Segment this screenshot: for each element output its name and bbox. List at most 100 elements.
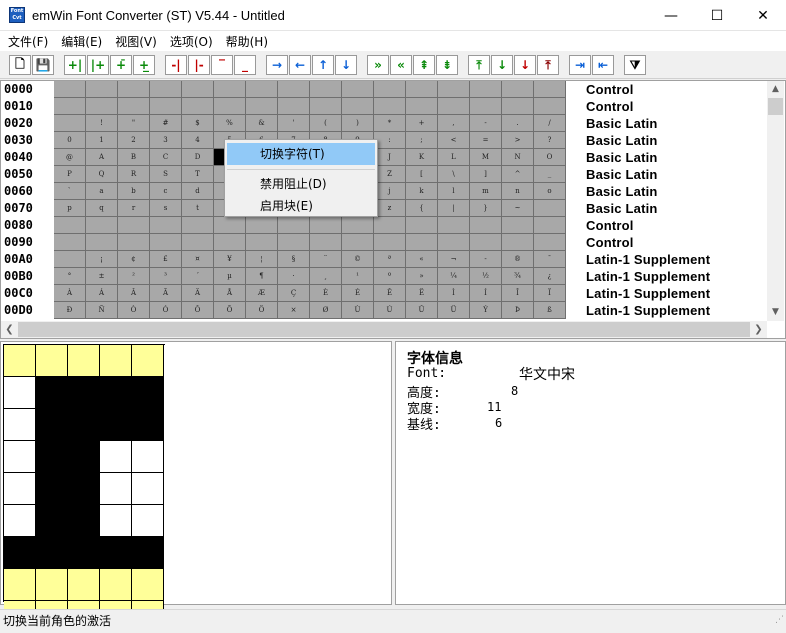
glyph-cell[interactable]: 2 <box>118 132 150 149</box>
pixel[interactable] <box>36 569 68 601</box>
pixel[interactable] <box>68 505 100 537</box>
del-col-right-button[interactable]: |- <box>188 55 210 75</box>
glyph-cell[interactable]: Ý <box>470 302 502 319</box>
glyph-cell[interactable] <box>534 81 566 98</box>
glyph-cell[interactable]: + <box>406 115 438 132</box>
glyph-cell[interactable] <box>246 98 278 115</box>
glyph-cell[interactable]: ¨ <box>310 251 342 268</box>
glyph-cell[interactable]: ¹ <box>342 268 374 285</box>
glyph-cell[interactable] <box>342 81 374 98</box>
glyph-cell[interactable] <box>534 98 566 115</box>
glyph-cell[interactable] <box>278 81 310 98</box>
scroll-right-icon[interactable]: ❯ <box>750 321 767 338</box>
glyph-cell[interactable] <box>278 98 310 115</box>
pixel[interactable] <box>100 505 132 537</box>
glyph-cell[interactable]: È <box>310 285 342 302</box>
glyph-cell[interactable]: ' <box>278 115 310 132</box>
glyph-cell[interactable] <box>54 115 86 132</box>
glyph-cell[interactable]: ¸ <box>310 268 342 285</box>
glyph-cell[interactable]: Ü <box>438 302 470 319</box>
scroll-up-icon[interactable]: ▲ <box>767 81 784 98</box>
glyph-cell[interactable]: ; <box>406 132 438 149</box>
glyph-cell[interactable]: d <box>182 183 214 200</box>
glyph-cell[interactable]: Ò <box>118 302 150 319</box>
pixel[interactable] <box>132 569 164 601</box>
fast-up-button[interactable]: ⇞ <box>413 55 435 75</box>
menu-view[interactable]: 视图(V) <box>109 33 163 50</box>
glyph-cell[interactable] <box>374 217 406 234</box>
top-button[interactable]: ⤒ <box>468 55 490 75</box>
pixel[interactable] <box>132 537 164 569</box>
glyph-cell[interactable]: Å <box>214 285 246 302</box>
glyph-cell[interactable]: Â <box>118 285 150 302</box>
pixel[interactable] <box>132 345 164 377</box>
glyph-cell[interactable] <box>182 81 214 98</box>
glyph-cell[interactable] <box>54 217 86 234</box>
del-row-top-button[interactable]: ‾ <box>211 55 233 75</box>
pixel[interactable] <box>68 377 100 409</box>
glyph-cell[interactable]: } <box>470 200 502 217</box>
glyph-cell[interactable]: Ù <box>342 302 374 319</box>
to-start-button[interactable]: ⇤ <box>592 55 614 75</box>
pixel[interactable] <box>68 409 100 441</box>
glyph-cell[interactable]: ¾ <box>502 268 534 285</box>
pixel[interactable] <box>4 441 36 473</box>
glyph-cell[interactable]: 3 <box>150 132 182 149</box>
pixel[interactable] <box>4 537 36 569</box>
glyph-cell[interactable]: < <box>438 132 470 149</box>
scroll-down-icon[interactable]: ▼ <box>767 304 784 321</box>
glyph-cell[interactable]: b <box>118 183 150 200</box>
minimize-button[interactable]: — <box>648 0 694 31</box>
glyph-cell[interactable] <box>534 217 566 234</box>
glyph-cell[interactable]: É <box>342 285 374 302</box>
glyph-cell[interactable]: Ê <box>374 285 406 302</box>
pixel[interactable] <box>68 345 100 377</box>
glyph-cell[interactable]: O <box>534 149 566 166</box>
glyph-cell[interactable] <box>534 234 566 251</box>
glyph-cell[interactable]: Ï <box>534 285 566 302</box>
glyph-cell[interactable]: - <box>470 251 502 268</box>
glyph-cell[interactable]: l <box>438 183 470 200</box>
glyph-cell[interactable]: $ <box>182 115 214 132</box>
ctx-enable-block[interactable]: 启用块(E) <box>227 195 375 217</box>
glyph-cell[interactable]: | <box>438 200 470 217</box>
move-up-button[interactable]: ↑ <box>312 55 334 75</box>
glyph-cell[interactable]: Ì <box>438 285 470 302</box>
glyph-cell[interactable]: ~ <box>502 200 534 217</box>
glyph-cell[interactable]: ¶ <box>246 268 278 285</box>
glyph-cell[interactable]: ¤ <box>182 251 214 268</box>
to-end-button[interactable]: ⇥ <box>569 55 591 75</box>
glyph-cell[interactable] <box>310 234 342 251</box>
glyph-cell[interactable]: § <box>278 251 310 268</box>
glyph-cell[interactable]: Z <box>374 166 406 183</box>
pixel[interactable] <box>36 505 68 537</box>
save-button[interactable]: 💾 <box>32 55 54 75</box>
pixel[interactable] <box>100 473 132 505</box>
pixel[interactable] <box>68 441 100 473</box>
glyph-cell[interactable]: ª <box>374 251 406 268</box>
glyph-cell[interactable]: ) <box>342 115 374 132</box>
glyph-cell[interactable] <box>470 234 502 251</box>
glyph-cell[interactable] <box>502 98 534 115</box>
glyph-cell[interactable] <box>54 251 86 268</box>
pixel[interactable] <box>100 537 132 569</box>
glyph-cell[interactable]: ^ <box>502 166 534 183</box>
glyph-cell[interactable]: / <box>534 115 566 132</box>
glyph-cell[interactable] <box>214 98 246 115</box>
glyph-cell[interactable]: Ç <box>278 285 310 302</box>
glyph-cell[interactable] <box>374 98 406 115</box>
glyph-cell[interactable]: j <box>374 183 406 200</box>
glyph-cell[interactable] <box>54 98 86 115</box>
pixel[interactable] <box>4 377 36 409</box>
pixel[interactable] <box>100 569 132 601</box>
glyph-cell[interactable]: Ô <box>182 302 214 319</box>
glyph-cell[interactable]: ´ <box>182 268 214 285</box>
glyph-cell[interactable]: P <box>54 166 86 183</box>
glyph-cell[interactable]: Ë <box>406 285 438 302</box>
glyph-cell[interactable]: µ <box>214 268 246 285</box>
glyph-cell[interactable] <box>438 217 470 234</box>
glyph-cell[interactable]: r <box>118 200 150 217</box>
glyph-cell[interactable]: : <box>374 132 406 149</box>
pixel[interactable] <box>36 473 68 505</box>
pixel[interactable] <box>4 473 36 505</box>
